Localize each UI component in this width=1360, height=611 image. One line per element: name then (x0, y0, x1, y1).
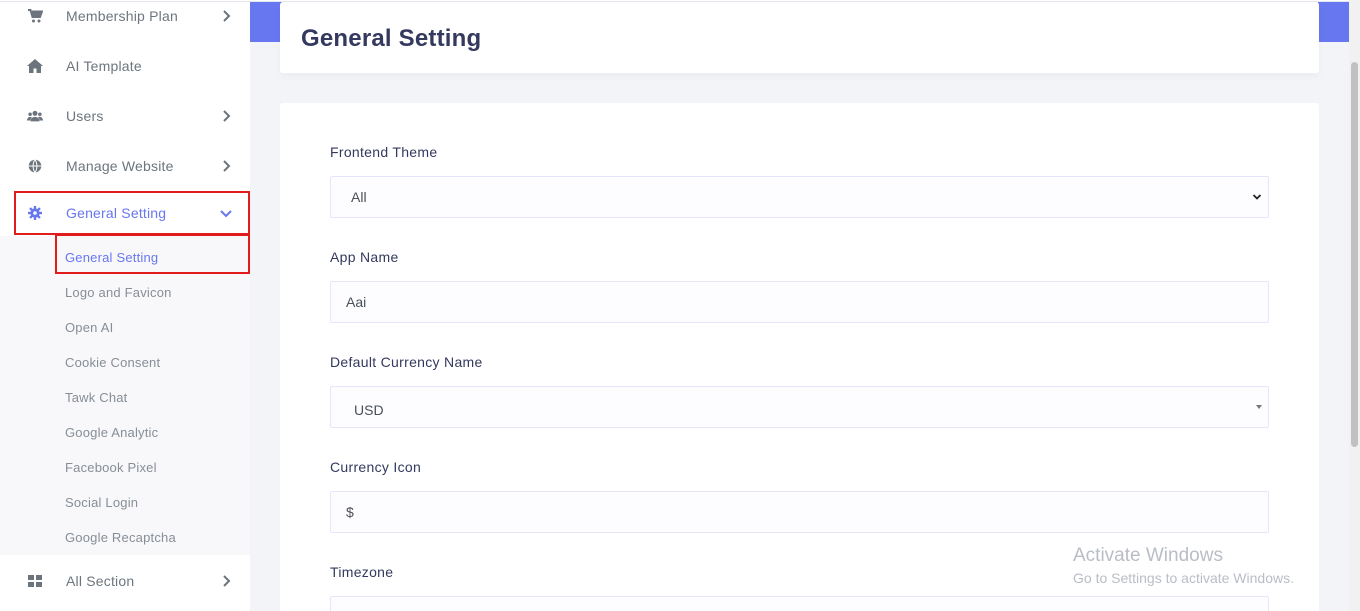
chevron-down-icon (1252, 194, 1262, 200)
sidebar: Membership Plan AI Template Users Manage… (0, 0, 250, 611)
chevron-right-icon (223, 110, 231, 122)
sidebar-item-label: Manage Website (66, 158, 174, 174)
frontend-theme-select[interactable]: All (330, 176, 1269, 218)
currency-icon-input[interactable]: $ (330, 491, 1269, 533)
chevron-right-icon (223, 575, 231, 587)
gear-icon (27, 205, 43, 221)
sidebar-item-all-section[interactable]: All Section (0, 556, 250, 606)
submenu-item-google-recaptcha[interactable]: Google Recaptcha (65, 530, 176, 545)
currency-icon-label: Currency Icon (330, 459, 422, 475)
activate-windows-subtitle: Go to Settings to activate Windows. (1073, 570, 1294, 586)
section-header: General Setting (280, 2, 1319, 73)
sidebar-item-label: All Section (66, 573, 135, 589)
default-currency-select[interactable]: USD (330, 386, 1269, 428)
default-currency-label: Default Currency Name (330, 354, 483, 370)
submenu-item-open-ai[interactable]: Open AI (65, 320, 113, 335)
submenu-item-google-analytic[interactable]: Google Analytic (65, 425, 158, 440)
settings-form-card: Frontend Theme All App Name Aai Default … (280, 103, 1319, 611)
cart-icon (27, 8, 43, 24)
submenu-item-logo-and-favicon[interactable]: Logo and Favicon (65, 285, 172, 300)
app-name-label: App Name (330, 249, 399, 265)
app-name-input[interactable]: Aai (330, 281, 1269, 323)
sidebar-item-membership-plan[interactable]: Membership Plan (0, 0, 250, 41)
timezone-label: Timezone (330, 564, 394, 580)
default-currency-value: USD (354, 402, 384, 418)
chevron-right-icon (223, 10, 231, 22)
sidebar-item-label: Membership Plan (66, 8, 178, 24)
home-icon (27, 58, 43, 74)
sidebar-item-users[interactable]: Users (0, 91, 250, 141)
scrollbar-thumb[interactable] (1351, 62, 1358, 447)
submenu-item-cookie-consent[interactable]: Cookie Consent (65, 355, 160, 370)
sidebar-item-label: General Setting (66, 205, 167, 221)
currency-icon-value: $ (346, 504, 354, 520)
submenu-item-social-login[interactable]: Social Login (65, 495, 138, 510)
frontend-theme-label: Frontend Theme (330, 144, 438, 160)
accent-band (250, 2, 282, 42)
sidebar-item-ai-template[interactable]: AI Template (0, 41, 250, 91)
page-scrollbar[interactable] (1349, 0, 1360, 611)
caret-down-icon (1256, 405, 1262, 409)
submenu-item-general-setting[interactable]: General Setting (65, 250, 158, 265)
globe-icon (27, 158, 43, 174)
frontend-theme-value: All (351, 189, 367, 205)
chevron-right-icon (223, 160, 231, 172)
activate-windows-title: Activate Windows (1073, 545, 1223, 566)
users-icon (27, 108, 43, 124)
accent-band (1318, 2, 1349, 42)
submenu-item-facebook-pixel[interactable]: Facebook Pixel (65, 460, 157, 475)
sidebar-item-general-setting[interactable]: General Setting (14, 191, 250, 235)
submenu-item-tawk-chat[interactable]: Tawk Chat (65, 390, 128, 405)
app-name-value: Aai (346, 294, 367, 310)
sidebar-item-label: Users (66, 108, 104, 124)
grid-icon (27, 573, 43, 589)
timezone-select[interactable] (330, 596, 1269, 611)
sidebar-item-manage-website[interactable]: Manage Website (0, 141, 250, 191)
chevron-down-icon (220, 210, 232, 218)
general-setting-submenu: General Setting Logo and Favicon Open AI… (0, 236, 250, 555)
page-title: General Setting (301, 25, 482, 52)
sidebar-item-label: AI Template (66, 58, 142, 74)
